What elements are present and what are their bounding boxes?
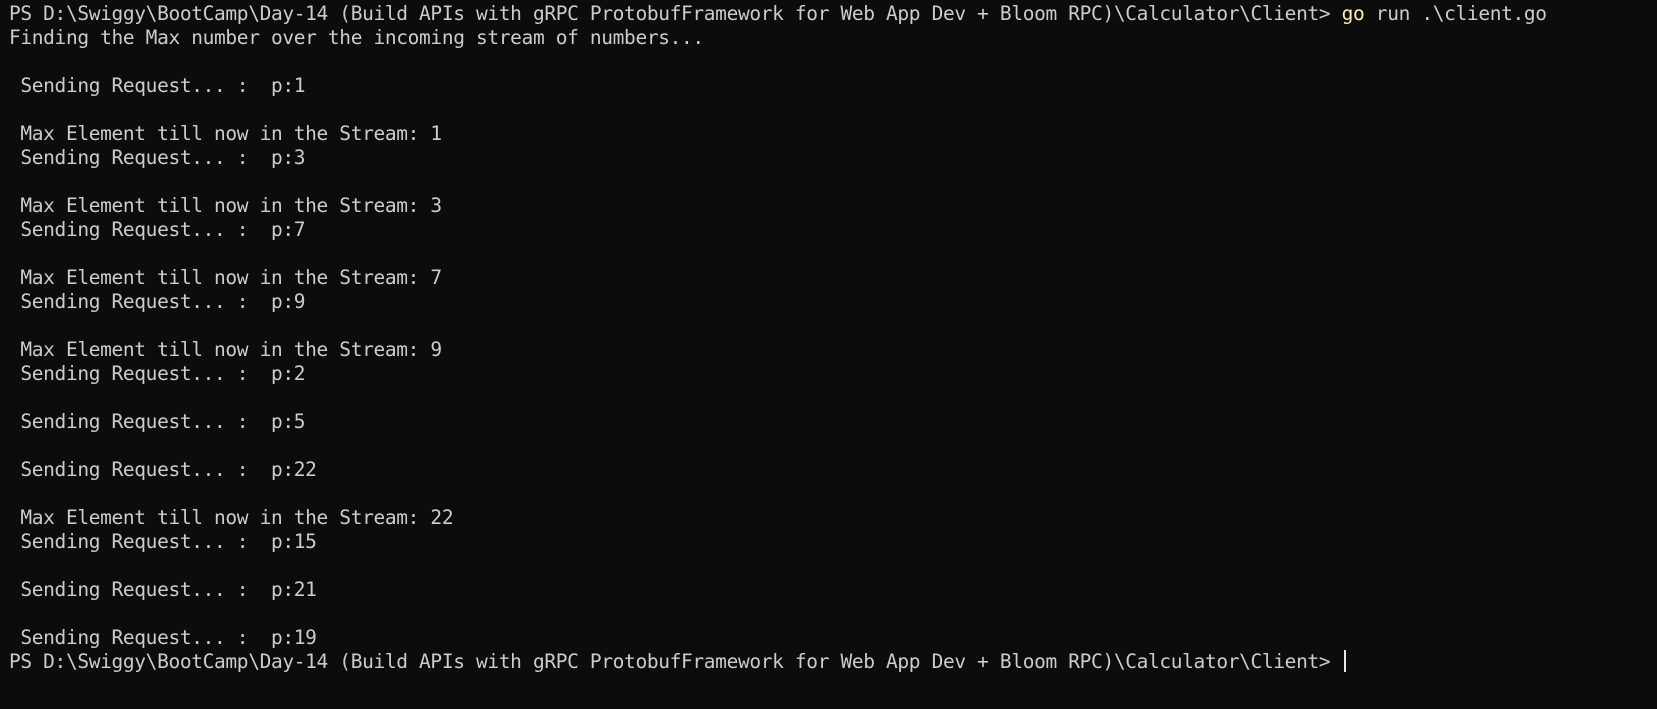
output-blank-line bbox=[9, 170, 1657, 194]
output-line: Max Element till now in the Stream: 22 bbox=[9, 506, 454, 529]
output-area: Finding the Max number over the incoming… bbox=[9, 26, 1657, 650]
output-blank-line bbox=[9, 434, 1657, 458]
output-blank-line bbox=[9, 50, 1657, 74]
output-blank-line bbox=[9, 314, 1657, 338]
output-line: Sending Request... : p:22 bbox=[9, 458, 317, 481]
output-line: Sending Request... : p:9 bbox=[9, 290, 306, 313]
output-line: Sending Request... : p:2 bbox=[9, 362, 306, 385]
output-blank-line bbox=[9, 602, 1657, 626]
output-blank-line bbox=[9, 98, 1657, 122]
output-line: Sending Request... : p:3 bbox=[9, 146, 306, 169]
terminal-window[interactable]: PS D:\Swiggy\BootCamp\Day-14 (Build APIs… bbox=[0, 0, 1657, 709]
output-line: Sending Request... : p:5 bbox=[9, 410, 306, 433]
command-keyword: go bbox=[1341, 2, 1365, 25]
output-line: Max Element till now in the Stream: 7 bbox=[9, 266, 442, 289]
output-blank-line bbox=[9, 386, 1657, 410]
prompt-text: PS D:\Swiggy\BootCamp\Day-14 (Build APIs… bbox=[9, 2, 1342, 25]
output-blank-line bbox=[9, 554, 1657, 578]
text-cursor bbox=[1343, 650, 1346, 672]
output-blank-line bbox=[9, 482, 1657, 506]
output-line: Sending Request... : p:7 bbox=[9, 218, 306, 241]
output-line: Max Element till now in the Stream: 9 bbox=[9, 338, 442, 361]
output-line: Max Element till now in the Stream: 1 bbox=[9, 122, 442, 145]
output-line: Sending Request... : p:1 bbox=[9, 74, 306, 97]
output-line: Sending Request... : p:21 bbox=[9, 578, 317, 601]
final-prompt-text: PS D:\Swiggy\BootCamp\Day-14 (Build APIs… bbox=[9, 650, 1342, 673]
output-line: Max Element till now in the Stream: 3 bbox=[9, 194, 442, 217]
output-line: Sending Request... : p:15 bbox=[9, 530, 317, 553]
command-line: PS D:\Swiggy\BootCamp\Day-14 (Build APIs… bbox=[9, 2, 1657, 26]
output-line: Sending Request... : p:19 bbox=[9, 626, 317, 649]
output-line: Finding the Max number over the incoming… bbox=[9, 26, 704, 49]
output-blank-line bbox=[9, 242, 1657, 266]
final-prompt-line[interactable]: PS D:\Swiggy\BootCamp\Day-14 (Build APIs… bbox=[9, 650, 1657, 674]
command-args: run .\client.go bbox=[1364, 2, 1547, 25]
